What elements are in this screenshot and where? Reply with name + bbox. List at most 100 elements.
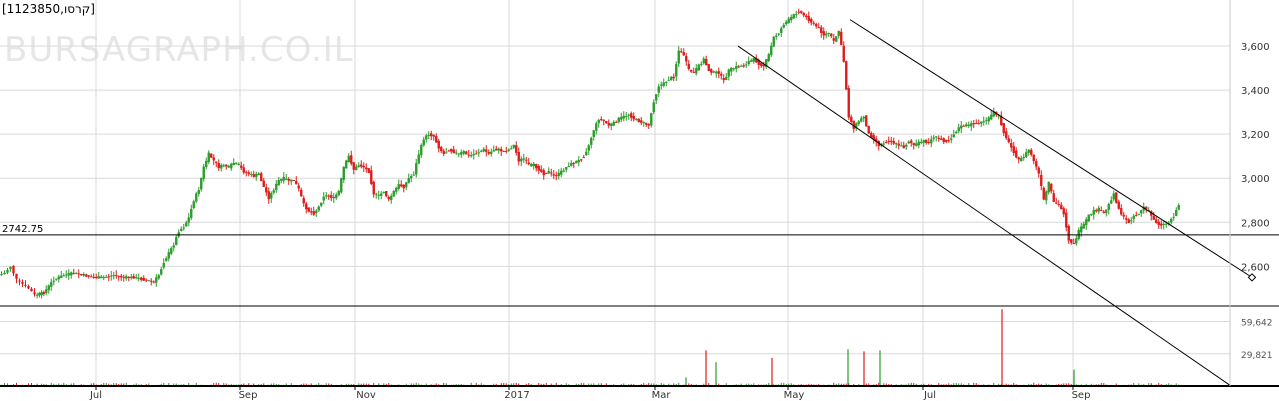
candle-body [222,165,225,167]
candle-body [580,159,583,161]
candle-body [1020,157,1023,162]
candle-body [630,113,633,118]
candle-body [1127,219,1130,223]
candle-body [867,126,870,134]
candle-body [127,276,130,278]
candle-body [552,174,555,176]
candle-body [1165,223,1168,225]
candle-body [465,151,468,155]
candle-body [9,266,12,270]
candle-body [710,69,713,73]
candle-body [320,202,323,206]
volume-tick-label: 59,642 [1241,319,1273,329]
candle-body [672,76,675,79]
candle-body [615,121,618,123]
candle-body [802,12,805,16]
candle-body [720,73,723,76]
candle-body [520,158,523,162]
candle-body [885,141,888,143]
candle-body [225,164,228,167]
candle-body [982,121,985,123]
candle-body [527,162,530,165]
candle-body [257,173,260,176]
candle-body [410,176,413,179]
candle-body [417,154,420,164]
candle-body [962,125,965,127]
candle-body [822,31,825,36]
candle-body [475,153,478,155]
candle-body [457,153,460,155]
candle-body [845,61,848,90]
candle-body [162,262,165,268]
candle-body [1002,123,1005,134]
candle-body [237,163,240,165]
candle-body [732,68,735,70]
candle-body [205,160,208,167]
candle-body [15,273,18,279]
candle-body [492,149,495,152]
candle-body [272,190,275,193]
candle-body [122,276,125,278]
candle-body [585,151,588,156]
candle-body [3,272,6,275]
candle-body [1090,214,1093,216]
candle-body [355,166,358,171]
candle-body [892,141,895,144]
candle-body [152,281,155,283]
candle-body [112,275,115,277]
candle-body [625,115,628,117]
candle-body [605,121,608,124]
candle-body [1067,225,1070,241]
candle-body [1102,211,1105,214]
candle-body [990,114,993,120]
candle-body [235,162,238,164]
candle-body [442,150,445,154]
candle-body [840,31,843,45]
candle-body [412,174,415,176]
candle-body [280,179,283,181]
x-tick-label: Jul [89,390,102,401]
candle-body [125,276,128,279]
candle-body [967,124,970,127]
candle-body [245,171,248,173]
candle-body [30,288,33,292]
candle-body [325,195,328,197]
candle-body [685,56,688,62]
candle-body [1130,220,1133,222]
candle-body [380,193,383,196]
candle-body [1047,181,1050,193]
candle-body [530,163,533,167]
candle-body [722,78,725,81]
candle-body [1152,216,1155,220]
candle-body [677,50,680,64]
candle-body [767,54,770,62]
candle-body [480,150,483,152]
candle-body [525,159,528,161]
candle-body [397,184,400,189]
candle-body [1037,167,1040,174]
candle-body [33,292,36,295]
candle-body [697,64,700,71]
candle-body [77,273,80,275]
candle-body [220,164,223,169]
candle-body [110,275,113,277]
candle-body [980,121,983,124]
candle-body [27,286,30,289]
reference-level-label: 2742.75 [2,224,43,235]
candle-body [972,123,975,125]
candle-body [965,124,968,127]
candle-body [440,147,443,152]
candle-body [137,277,140,279]
candle-body [392,190,395,197]
candle-body [467,154,470,156]
candle-body [335,194,338,199]
candle-body [1057,204,1060,206]
candle-body [622,115,625,119]
candle-body [595,123,598,131]
candle-body [957,127,960,132]
price-tick-label: 2,600 [1241,262,1270,273]
candle-body [1112,193,1115,200]
candle-body [1137,213,1140,215]
candle-body [415,163,418,175]
candle-body [170,248,173,254]
